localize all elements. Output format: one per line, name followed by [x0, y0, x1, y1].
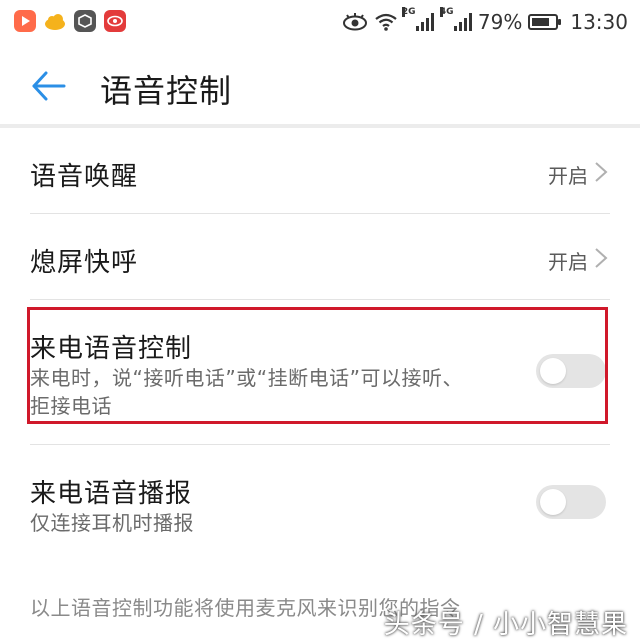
eye-app-icon: [104, 10, 126, 32]
setting-row-voice-wakeup[interactable]: 语音唤醒 开启: [0, 128, 640, 214]
cloud-app-icon: [44, 10, 66, 32]
incoming-voice-announce-toggle[interactable]: [536, 485, 606, 519]
setting-description: 仅连接耳机时播报: [30, 511, 194, 535]
signal-sim2-icon: 4G: [439, 7, 472, 31]
watermark: 头条号 / 小小智慧果: [383, 610, 628, 640]
back-arrow-icon[interactable]: [30, 66, 70, 106]
eye-comfort-icon: [342, 13, 367, 31]
setting-label: 熄屏快呼: [30, 248, 139, 278]
signal-sim1-icon: 2G: [401, 7, 434, 31]
setting-value: 开启: [548, 250, 588, 274]
chevron-right-icon: [595, 248, 608, 268]
setting-row-screen-off-call[interactable]: 熄屏快呼 开启: [0, 214, 640, 300]
page-title: 语音控制: [100, 72, 233, 110]
wifi-icon: [375, 13, 397, 31]
setting-value: 开启: [548, 164, 588, 188]
highlight-box: [27, 307, 608, 424]
chevron-right-icon: [595, 162, 608, 182]
app-bar: 语音控制: [0, 44, 640, 126]
battery-percent: 79%: [477, 10, 523, 34]
video-app-icon: [14, 10, 36, 32]
setting-label: 语音唤醒: [30, 162, 139, 192]
sim2-network-tag: 4G: [439, 7, 454, 17]
clock: 13:30: [570, 10, 628, 34]
battery-icon: [528, 14, 562, 30]
sim1-network-tag: 2G: [401, 7, 416, 17]
system-status: 2G 4G 79% 13:30: [342, 7, 628, 36]
status-bar: 2G 4G 79% 13:30: [0, 0, 640, 44]
setting-label: 来电语音播报: [30, 479, 193, 509]
notification-icons: [14, 10, 126, 32]
box-app-icon: [74, 10, 96, 32]
setting-row-incoming-voice-announce[interactable]: 来电语音播报 仅连接耳机时播报: [0, 445, 640, 565]
toggle-knob: [540, 489, 566, 515]
